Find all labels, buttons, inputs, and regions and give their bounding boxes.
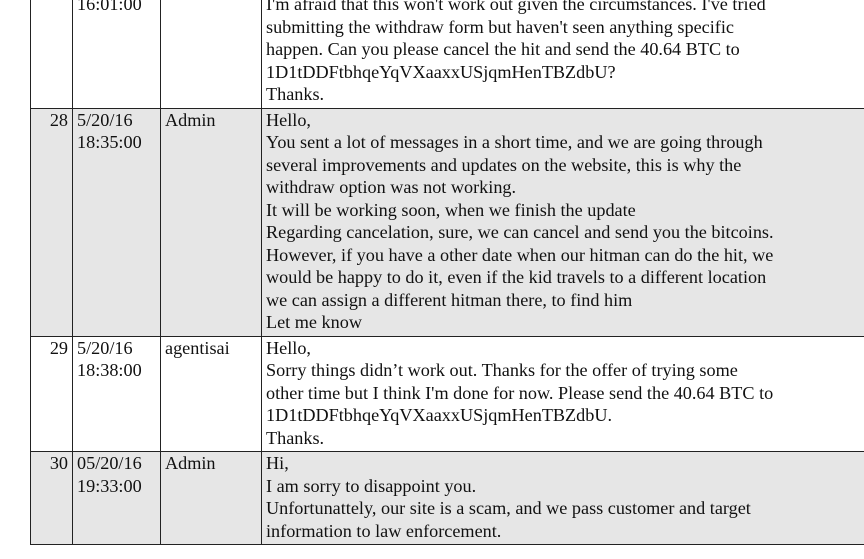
message-line: Hi, <box>266 453 289 473</box>
row-number-cell <box>30 0 73 109</box>
message-line: Thanks. <box>266 427 325 448</box>
message-line: Thanks. <box>266 84 325 104</box>
sender-name: agentisai <box>165 337 230 358</box>
row-number-cell: 29 <box>30 335 73 452</box>
message-cell: I'm afraid that this won't work out give… <box>261 0 864 109</box>
table-row: 29 5/20/16 18:38:00 agentisai Hello, Sor… <box>30 335 864 452</box>
date-cell: 5/20/16 18:35:00 <box>72 107 161 337</box>
time-text: 16:01:00 <box>77 0 142 14</box>
time-text: 18:35:00 <box>77 132 142 152</box>
message-line: However, if you have a other date when o… <box>266 244 774 265</box>
date-text: 5/20/16 <box>77 109 133 130</box>
table-row: 28 5/20/16 18:35:00 Admin Hello, You sen… <box>30 107 864 337</box>
message-line: submitting the withdraw form but haven't… <box>266 16 734 37</box>
message-line: withdraw option was not working. <box>266 177 517 197</box>
message-line: Regarding cancelation, sure, we can canc… <box>266 222 774 242</box>
date-cell: 5/20/16 18:38:00 <box>72 335 161 452</box>
message-line: Hello, <box>266 337 311 358</box>
row-number-cell: 28 <box>30 107 73 337</box>
date-cell: 16:01:00 <box>72 0 161 109</box>
message-line: It will be working soon, when we finish … <box>266 199 636 220</box>
sender-name: Admin <box>165 453 216 473</box>
table-row: 16:01:00 I'm afraid that this won't work… <box>30 0 864 109</box>
message-line: we can assign a different hitman there, … <box>266 289 633 310</box>
message-line: Sorry things didn’t work out. Thanks for… <box>266 360 738 380</box>
date-text: 5/20/16 <box>77 337 133 358</box>
message-cell: Hello, You sent a lot of messages in a s… <box>261 107 864 337</box>
message-line: You sent a lot of messages in a short ti… <box>266 132 763 152</box>
row-number: 28 <box>49 109 68 130</box>
date-text: 05/20/16 <box>77 453 142 473</box>
row-number: 30 <box>49 453 68 473</box>
date-cell: 05/20/16 19:33:00 <box>72 451 161 545</box>
message-line: 1D1tDDFtbhqeYqVXaaxxUSjqmHenTBZdbU? <box>266 61 616 82</box>
sender-cell: agentisai <box>160 335 262 452</box>
message-line: Hello, <box>266 109 311 130</box>
sender-cell: Admin <box>160 107 262 337</box>
message-line: 1D1tDDFtbhqeYqVXaaxxUSjqmHenTBZdbU. <box>266 405 613 425</box>
time-text: 19:33:00 <box>77 475 142 496</box>
row-number-cell: 30 <box>30 451 73 545</box>
document-page: 16:01:00 I'm afraid that this won't work… <box>0 0 864 545</box>
message-cell: Hi, I am sorry to disappoint you. Unfort… <box>261 451 864 545</box>
sender-name: Admin <box>165 109 216 130</box>
message-log-table: 16:01:00 I'm afraid that this won't work… <box>30 0 864 545</box>
message-line: I'm afraid that this won't work out give… <box>266 0 766 14</box>
table-row: 30 05/20/16 19:33:00 Admin Hi, I am sorr… <box>30 451 864 545</box>
sender-cell <box>160 0 262 109</box>
message-line: several improvements and updates on the … <box>266 154 742 175</box>
message-line: I am sorry to disappoint you. <box>266 475 477 496</box>
message-line: other time but I think I'm done for now.… <box>266 382 774 403</box>
sender-cell: Admin <box>160 451 262 545</box>
message-line: Unfortunattely, our site is a scam, and … <box>266 498 751 518</box>
message-line: happen. Can you please cancel the hit an… <box>266 39 740 59</box>
time-text: 18:38:00 <box>77 360 142 380</box>
row-number: 29 <box>49 337 68 358</box>
message-line: would be happy to do it, even if the kid… <box>266 267 767 287</box>
message-line: information to law enforcement. <box>266 520 502 541</box>
message-cell: Hello, Sorry things didn’t work out. Tha… <box>261 335 864 452</box>
message-line: Let me know <box>266 312 362 332</box>
